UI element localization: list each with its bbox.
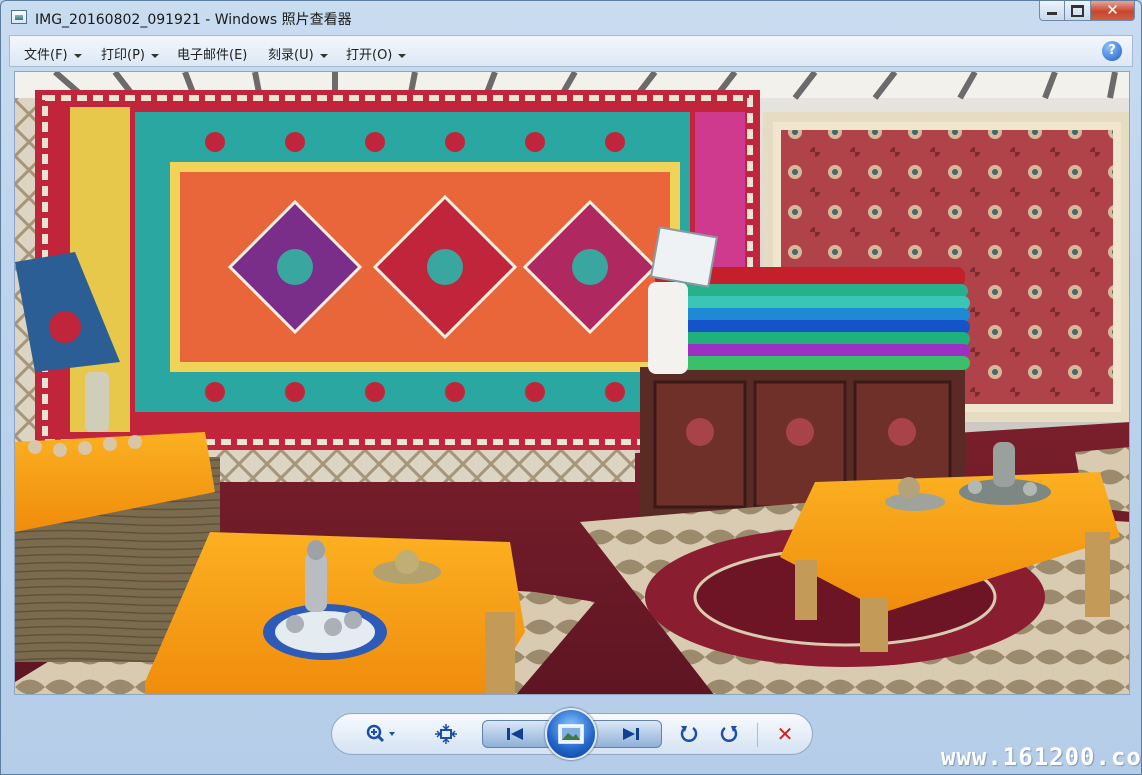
delete-button[interactable]: ✕ bbox=[772, 722, 798, 746]
maximize-icon bbox=[1071, 4, 1084, 17]
maximize-button[interactable] bbox=[1065, 1, 1091, 21]
watermark-text: www.161200.com bbox=[941, 743, 1142, 771]
menu-print[interactable]: 打印(P) bbox=[101, 44, 159, 63]
caption-buttons: ✕ bbox=[1039, 1, 1135, 23]
help-icon[interactable]: ? bbox=[1102, 41, 1122, 61]
chevron-down-icon bbox=[319, 53, 328, 58]
menu-bar: 文件(F) 打印(P) 电子邮件(E) 刻录(U) 打开(O) ? bbox=[9, 35, 1133, 67]
fit-to-window-button[interactable] bbox=[432, 723, 460, 745]
menu-file-label: 文件(F) bbox=[24, 48, 68, 63]
photo-image bbox=[15, 72, 1129, 694]
front-left-table bbox=[145, 532, 525, 694]
close-button[interactable]: ✕ bbox=[1091, 1, 1135, 21]
menu-print-label: 打印(P) bbox=[101, 48, 145, 63]
menu-open-label: 打开(O) bbox=[346, 48, 393, 63]
menu-burn[interactable]: 刻录(U) bbox=[268, 44, 328, 63]
title-bar[interactable]: IMG_20160802_091921 - Windows 照片查看器 ✕ bbox=[1, 1, 1141, 35]
next-icon bbox=[623, 728, 639, 740]
rotate-counterclockwise-button[interactable] bbox=[676, 723, 702, 745]
fit-to-window-icon bbox=[435, 724, 457, 744]
window-title: IMG_20160802_091921 - Windows 照片查看器 bbox=[35, 12, 352, 28]
slideshow-button[interactable] bbox=[545, 708, 597, 760]
menu-burn-label: 刻录(U) bbox=[268, 48, 314, 63]
rotate-counterclockwise-icon bbox=[680, 726, 698, 742]
chevron-down-icon bbox=[150, 53, 159, 58]
close-icon: ✕ bbox=[1106, 1, 1119, 19]
minimize-icon bbox=[1047, 12, 1057, 15]
rotate-clockwise-button[interactable] bbox=[716, 723, 742, 745]
photo-viewer-window: IMG_20160802_091921 - Windows 照片查看器 ✕ 文件… bbox=[0, 0, 1142, 775]
delete-icon: ✕ bbox=[776, 722, 794, 746]
previous-button[interactable] bbox=[497, 723, 533, 745]
menu-file[interactable]: 文件(F) bbox=[24, 44, 82, 63]
zoom-button[interactable] bbox=[362, 723, 400, 745]
photo-display[interactable] bbox=[14, 71, 1130, 695]
rotate-clockwise-icon bbox=[720, 726, 738, 742]
menu-email[interactable]: 电子邮件(E) bbox=[177, 44, 247, 63]
chevron-down-icon bbox=[73, 53, 82, 58]
photo-viewer-app-icon[interactable] bbox=[11, 10, 27, 24]
control-divider bbox=[757, 723, 758, 747]
menu-email-label: 电子邮件(E) bbox=[177, 48, 248, 63]
next-button[interactable] bbox=[613, 723, 649, 745]
minimize-button[interactable] bbox=[1039, 1, 1065, 21]
slideshow-icon bbox=[558, 724, 584, 744]
previous-icon bbox=[507, 728, 523, 740]
zoom-icon bbox=[366, 724, 395, 743]
menu-open[interactable]: 打开(O) bbox=[346, 44, 407, 63]
chevron-down-icon bbox=[398, 53, 407, 58]
